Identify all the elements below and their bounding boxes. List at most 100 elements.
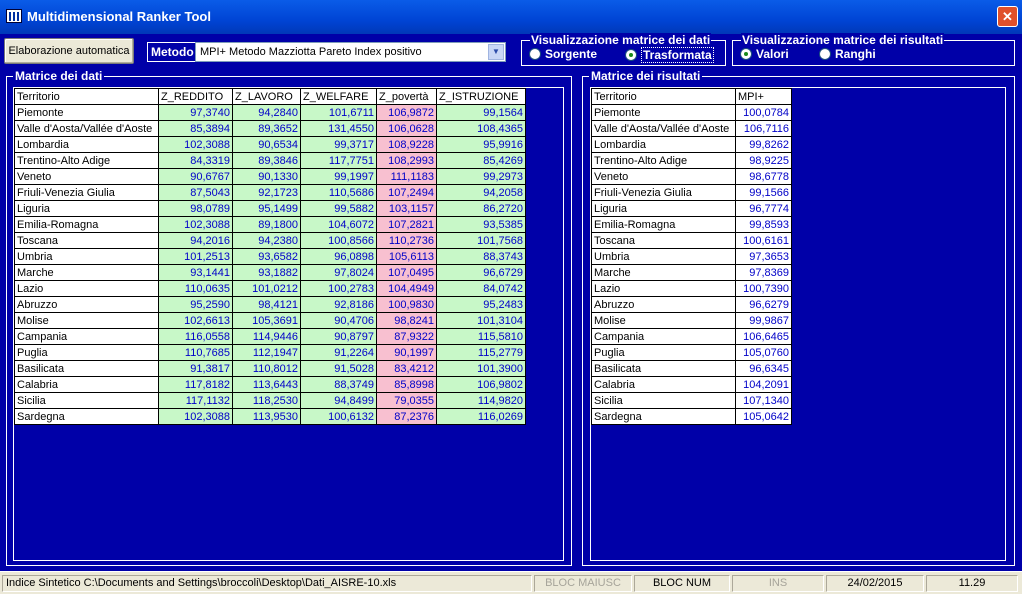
- column-header[interactable]: Z_ISTRUZIONE: [436, 88, 526, 105]
- row-label[interactable]: Lazio: [591, 280, 736, 297]
- table-cell[interactable]: 91,2264: [300, 344, 377, 361]
- row-label[interactable]: Emilia-Romagna: [14, 216, 159, 233]
- row-label[interactable]: Calabria: [591, 376, 736, 393]
- row-label[interactable]: Piemonte: [591, 104, 736, 121]
- table-cell[interactable]: 96,7774: [735, 200, 792, 217]
- column-header[interactable]: Z_LAVORO: [232, 88, 301, 105]
- table-row[interactable]: Liguria 98,0789 95,1499 99,5882 103,1157 86,2…: [14, 200, 526, 217]
- table-cell[interactable]: 103,1157: [376, 200, 437, 217]
- table-row[interactable]: Emilia-Romagna 99,8593: [591, 216, 792, 233]
- radio-valori-dot[interactable]: [740, 48, 752, 60]
- table-cell[interactable]: 86,2720: [436, 200, 526, 217]
- results-matrix-table[interactable]: Territorio MPI+ Piemonte 100,0784 Valle d'Ao…: [591, 88, 792, 425]
- radio-ranghi-dot[interactable]: [819, 48, 831, 60]
- table-cell[interactable]: 105,0642: [735, 408, 792, 425]
- table-cell[interactable]: 90,6767: [158, 168, 233, 185]
- table-row[interactable]: Molise 102,6613 105,3691 90,4706 98,8241 101,…: [14, 312, 526, 329]
- table-cell[interactable]: 99,8593: [735, 216, 792, 233]
- table-cell[interactable]: 99,8262: [735, 136, 792, 153]
- table-row[interactable]: Lazio 110,0635 101,0212 100,2783 104,4949 84,…: [14, 280, 526, 297]
- table-cell[interactable]: 95,1499: [232, 200, 301, 217]
- table-row[interactable]: Liguria 96,7774: [591, 200, 792, 217]
- table-cell[interactable]: 97,8369: [735, 264, 792, 281]
- table-cell[interactable]: 94,8499: [300, 392, 377, 409]
- row-label[interactable]: Umbria: [14, 248, 159, 265]
- table-cell[interactable]: 93,6582: [232, 248, 301, 265]
- table-cell[interactable]: 93,5385: [436, 216, 526, 233]
- table-row[interactable]: Sicilia 107,1340: [591, 392, 792, 409]
- table-row[interactable]: Toscana 94,2016 94,2380 100,8566 110,2736 101…: [14, 232, 526, 249]
- row-label[interactable]: Toscana: [14, 232, 159, 249]
- row-label[interactable]: Basilicata: [591, 360, 736, 377]
- table-cell[interactable]: 87,5043: [158, 184, 233, 201]
- table-cell[interactable]: 101,0212: [232, 280, 301, 297]
- row-label[interactable]: Trentino-Alto Adige: [591, 152, 736, 169]
- table-cell[interactable]: 94,2840: [232, 104, 301, 121]
- table-row[interactable]: Abruzzo 96,6279: [591, 296, 792, 313]
- results-matrix-grid-area[interactable]: Territorio MPI+ Piemonte 100,0784 Valle d'Ao…: [590, 87, 1006, 561]
- row-label[interactable]: Puglia: [591, 344, 736, 361]
- row-label[interactable]: Valle d'Aosta/Vallée d'Aoste: [14, 120, 159, 137]
- row-label[interactable]: Veneto: [14, 168, 159, 185]
- data-matrix-table[interactable]: Territorio Z_REDDITO Z_LAVORO Z_WELFARE Z_po…: [14, 88, 526, 425]
- table-row[interactable]: Trentino-Alto Adige 84,3319 89,3846 117,775…: [14, 152, 526, 169]
- table-row[interactable]: Abruzzo 95,2590 98,4121 92,8186 100,9830 95,2…: [14, 296, 526, 313]
- row-label[interactable]: Sardegna: [14, 408, 159, 425]
- column-header[interactable]: Z_WELFARE: [300, 88, 377, 105]
- table-cell[interactable]: 79,0355: [376, 392, 437, 409]
- table-row[interactable]: Trentino-Alto Adige 98,9225: [591, 152, 792, 169]
- table-cell[interactable]: 110,0635: [158, 280, 233, 297]
- table-cell[interactable]: 107,0495: [376, 264, 437, 281]
- row-label[interactable]: Lazio: [14, 280, 159, 297]
- table-cell[interactable]: 107,2494: [376, 184, 437, 201]
- table-cell[interactable]: 108,9228: [376, 136, 437, 153]
- table-cell[interactable]: 100,8566: [300, 232, 377, 249]
- table-cell[interactable]: 101,7568: [436, 232, 526, 249]
- table-row[interactable]: Toscana 100,6161: [591, 232, 792, 249]
- table-row[interactable]: Valle d'Aosta/Vallée d'Aoste 85,3894 89,36…: [14, 120, 526, 137]
- table-row[interactable]: Basilicata 96,6345: [591, 360, 792, 377]
- table-cell[interactable]: 107,2821: [376, 216, 437, 233]
- table-cell[interactable]: 83,4212: [376, 360, 437, 377]
- table-cell[interactable]: 92,8186: [300, 296, 377, 313]
- table-cell[interactable]: 96,0898: [300, 248, 377, 265]
- table-cell[interactable]: 95,2483: [436, 296, 526, 313]
- table-cell[interactable]: 99,1564: [436, 104, 526, 121]
- column-header[interactable]: Territorio: [14, 88, 159, 105]
- table-cell[interactable]: 106,9802: [436, 376, 526, 393]
- table-cell[interactable]: 98,6778: [735, 168, 792, 185]
- table-cell[interactable]: 105,3691: [232, 312, 301, 329]
- table-cell[interactable]: 99,1566: [735, 184, 792, 201]
- column-header[interactable]: MPI+: [735, 88, 792, 105]
- table-cell[interactable]: 101,3900: [436, 360, 526, 377]
- table-cell[interactable]: 99,3717: [300, 136, 377, 153]
- radio-sorgente[interactable]: Sorgente: [529, 47, 597, 61]
- table-cell[interactable]: 108,2993: [376, 152, 437, 169]
- table-cell[interactable]: 99,2973: [436, 168, 526, 185]
- table-row[interactable]: Campania 106,6465: [591, 328, 792, 345]
- row-label[interactable]: Umbria: [591, 248, 736, 265]
- table-cell[interactable]: 98,8241: [376, 312, 437, 329]
- row-label[interactable]: Liguria: [591, 200, 736, 217]
- table-row[interactable]: Puglia 105,0760: [591, 344, 792, 361]
- table-cell[interactable]: 102,3088: [158, 408, 233, 425]
- row-label[interactable]: Marche: [14, 264, 159, 281]
- close-button[interactable]: ✕: [997, 6, 1018, 27]
- table-row[interactable]: Lombardia 99,8262: [591, 136, 792, 153]
- row-label[interactable]: Liguria: [14, 200, 159, 217]
- column-header[interactable]: Z_REDDITO: [158, 88, 233, 105]
- table-row[interactable]: Piemonte 100,0784: [591, 104, 792, 121]
- table-cell[interactable]: 110,7685: [158, 344, 233, 361]
- table-cell[interactable]: 98,0789: [158, 200, 233, 217]
- table-row[interactable]: Friuli-Venezia Giulia 87,5043 92,1723 110,5…: [14, 184, 526, 201]
- table-cell[interactable]: 95,9916: [436, 136, 526, 153]
- row-label[interactable]: Valle d'Aosta/Vallée d'Aoste: [591, 120, 736, 137]
- table-cell[interactable]: 97,3653: [735, 248, 792, 265]
- row-label[interactable]: Abruzzo: [14, 296, 159, 313]
- table-cell[interactable]: 104,6072: [300, 216, 377, 233]
- table-cell[interactable]: 95,2590: [158, 296, 233, 313]
- table-cell[interactable]: 89,1800: [232, 216, 301, 233]
- table-row[interactable]: Veneto 90,6767 90,1330 99,1997 111,1183 99,29…: [14, 168, 526, 185]
- row-label[interactable]: Marche: [591, 264, 736, 281]
- table-row[interactable]: Sardegna 102,3088 113,9530 100,6132 87,2376 1…: [14, 408, 526, 425]
